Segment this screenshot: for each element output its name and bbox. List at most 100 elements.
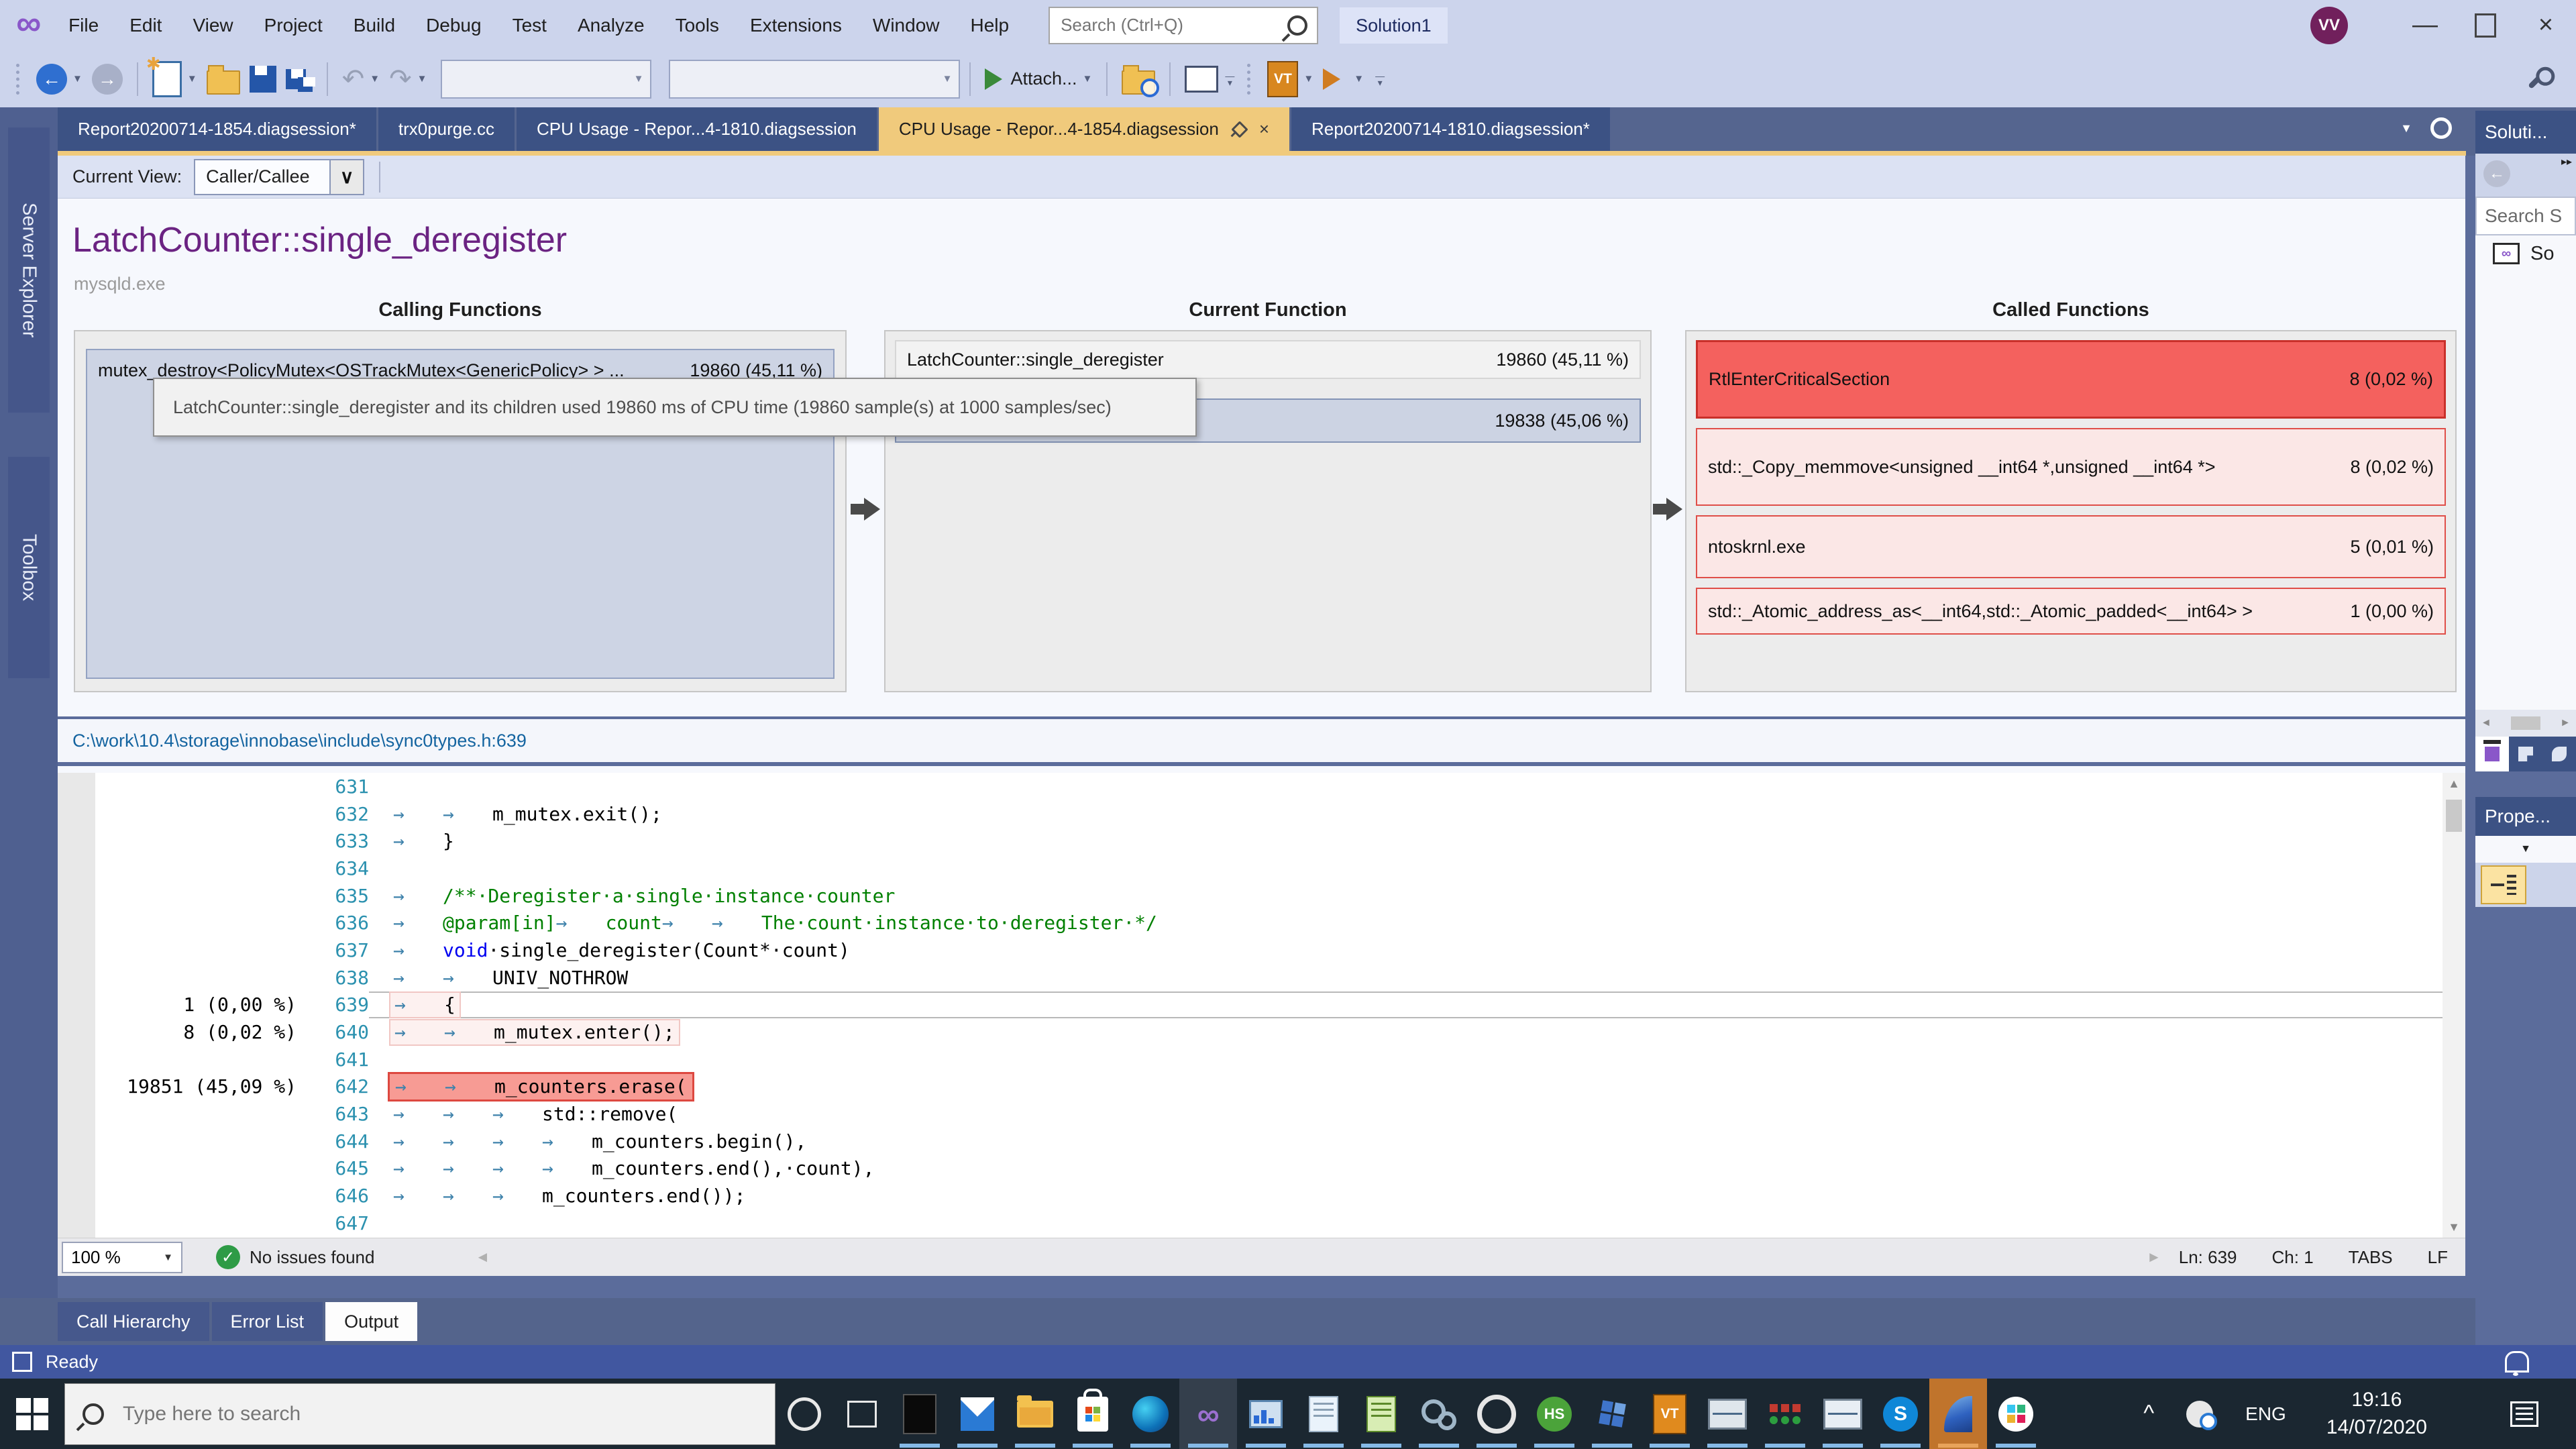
taskbar-item-visual-studio[interactable]: ∞ — [1179, 1379, 1237, 1449]
code-line[interactable]: 638→→UNIV_NOTHROW — [95, 964, 2443, 991]
tray-expand-icon[interactable]: ^ — [2143, 1401, 2154, 1427]
code-line[interactable]: 643→→→std::remove( — [95, 1100, 2443, 1128]
scroll-right-icon[interactable]: ► — [2560, 717, 2571, 729]
notifications-bell-icon[interactable] — [2505, 1351, 2529, 1373]
panel-horizontal-scrollbar[interactable]: ◄► — [2475, 710, 2576, 737]
taskbar-item-cubes-app[interactable] — [1583, 1379, 1641, 1449]
called-function-ntoskrnl[interactable]: ntoskrnl.exe 5 (0,01 %) — [1696, 515, 2446, 578]
account-avatar[interactable]: VV — [2310, 7, 2348, 44]
sidebar-item-toolbox[interactable]: Toolbox — [8, 457, 50, 678]
undo-button[interactable]: ↶▼ — [337, 66, 384, 93]
chevron-down-icon[interactable]: ▼ — [1083, 73, 1093, 85]
code-line-current[interactable]: 1 (0,00 %)639→{ — [95, 991, 2443, 1019]
tab-output[interactable]: Output — [325, 1302, 417, 1341]
scrollbar-thumb[interactable] — [2446, 800, 2462, 832]
restore-button[interactable] — [2455, 0, 2516, 50]
find-in-files-button[interactable] — [1117, 64, 1160, 95]
solution-explorer-header[interactable]: Soluti... — [2475, 111, 2576, 154]
tab-list-dropdown-icon[interactable]: ▼ — [2400, 121, 2412, 136]
language-indicator[interactable]: ENG — [2245, 1403, 2286, 1425]
taskbar-item-store[interactable] — [1064, 1379, 1122, 1449]
chevron-down-icon[interactable]: ▼ — [187, 73, 197, 85]
action-center-icon[interactable] — [2510, 1401, 2538, 1427]
menu-tools[interactable]: Tools — [660, 0, 735, 50]
chevron-down-icon[interactable]: ▼ — [417, 73, 427, 85]
menu-extensions[interactable]: Extensions — [735, 0, 857, 50]
profiler-run-button[interactable]: ▼ — [1318, 68, 1368, 90]
tab-report-1810[interactable]: Report20200714-1810.diagsession* — [1291, 107, 1610, 151]
scroll-up-icon[interactable]: ▲ — [2443, 773, 2465, 794]
taskbar-item-monitor-graph[interactable] — [1814, 1379, 1872, 1449]
toolbar-options-icon[interactable]: —▾ — [1375, 72, 1385, 86]
code-line[interactable]: 632→→m_mutex.exit(); — [95, 800, 2443, 828]
intellitrace-button[interactable]: —▾ — [1180, 66, 1239, 93]
menu-edit[interactable]: Edit — [114, 0, 177, 50]
toolbar-overflow-icon[interactable]: ▸▸ — [2561, 155, 2572, 168]
toolbar-grip[interactable] — [16, 64, 23, 95]
taskbar-item-heidisql[interactable]: HS — [1525, 1379, 1583, 1449]
menu-debug[interactable]: Debug — [411, 0, 497, 50]
feedback-icon[interactable] — [2528, 69, 2548, 89]
sync-tray-icon[interactable] — [2186, 1401, 2213, 1428]
toolbar-grip[interactable] — [1247, 64, 1254, 95]
tab-report-1854[interactable]: Report20200714-1854.diagsession* — [58, 107, 376, 151]
called-function-atomic-address-as[interactable]: std::_Atomic_address_as<__int64,std::_At… — [1696, 588, 2446, 635]
properties-grid-icon[interactable] — [2481, 865, 2526, 904]
navigate-back-button[interactable]: ←▼ — [32, 64, 87, 95]
quick-search-input[interactable] — [1059, 14, 1287, 36]
source-file-path[interactable]: C:\work\10.4\storage\innobase\include\sy… — [58, 716, 2465, 766]
taskbar-item-winscp[interactable] — [1929, 1379, 1987, 1449]
taskbar-item-vt[interactable]: VT — [1641, 1379, 1699, 1449]
code-editor[interactable]: 631 632→→m_mutex.exit(); 633→} 634 635→/… — [58, 773, 2465, 1238]
pin-icon[interactable] — [1231, 121, 1248, 138]
gear-icon[interactable] — [2430, 117, 2453, 140]
taskbar-item-window-app[interactable] — [1699, 1379, 1756, 1449]
code-line[interactable]: 8 (0,02 %)640→→m_mutex.enter(); — [95, 1018, 2443, 1046]
code-line[interactable]: 637→void·single_deregister(Count*·count) — [95, 936, 2443, 964]
solution-search-box[interactable]: Search S — [2475, 197, 2576, 235]
menu-build[interactable]: Build — [338, 0, 411, 50]
code-line[interactable]: 636→@param[in]→count→→The·count·instance… — [95, 909, 2443, 936]
taskbar-item-explorer[interactable] — [1006, 1379, 1064, 1449]
task-view-button[interactable] — [833, 1379, 891, 1449]
toolbar-overflow-icon[interactable]: —▾ — [1225, 72, 1234, 86]
taskbar-item-notepad-plus[interactable] — [1352, 1379, 1410, 1449]
code-line[interactable]: 635→/**·Deregister·a·single·instance·cou… — [95, 882, 2443, 910]
cortana-button[interactable] — [775, 1379, 833, 1449]
called-function-copy-memmove[interactable]: std::_Copy_memmove<unsigned __int64 *,un… — [1696, 428, 2446, 506]
editor-zoom-dropdown[interactable]: 100 %▼ — [62, 1242, 182, 1273]
code-line[interactable]: 646→→→m_counters.end()); — [95, 1182, 2443, 1210]
quick-search[interactable] — [1049, 7, 1318, 44]
solution-tree-item[interactable]: ∞ So — [2475, 235, 2576, 272]
tab-call-hierarchy[interactable]: Call Hierarchy — [58, 1302, 209, 1341]
save-all-button[interactable] — [281, 66, 317, 92]
taskbar-item-notepad[interactable] — [1295, 1379, 1352, 1449]
view-solution-tab[interactable] — [2475, 737, 2509, 771]
configuration-combo[interactable]: ▼ — [441, 60, 651, 99]
taskbar-item-settings[interactable] — [1468, 1379, 1525, 1449]
view-class-tab[interactable] — [2542, 737, 2576, 771]
taskbar-search[interactable] — [64, 1383, 775, 1445]
chevron-down-icon[interactable]: ▼ — [370, 73, 380, 85]
health-check-icon[interactable]: ✓ — [216, 1245, 240, 1269]
menu-view[interactable]: View — [177, 0, 248, 50]
taskbar-item-slack[interactable] — [1987, 1379, 2045, 1449]
editor-vertical-scrollbar[interactable]: ▲ ▼ — [2443, 773, 2465, 1238]
taskbar-item-indicators-app[interactable] — [1756, 1379, 1814, 1449]
code-line[interactable]: 641 — [95, 1046, 2443, 1073]
properties-header[interactable]: Prope... — [2475, 797, 2576, 836]
scroll-left-icon[interactable]: ◄ — [475, 1248, 490, 1266]
background-tasks-icon[interactable] — [12, 1352, 32, 1372]
code-line[interactable]: 19851 (45,09 %)642→→m_counters.erase( — [95, 1073, 2443, 1101]
save-button[interactable] — [245, 66, 281, 93]
new-file-button[interactable]: ✱▼ — [148, 61, 202, 97]
vt-tool-button[interactable]: VT▼ — [1263, 61, 1318, 97]
start-button[interactable] — [0, 1379, 64, 1449]
platform-combo[interactable]: ▼ — [669, 60, 960, 99]
close-tab-icon[interactable]: × — [1259, 119, 1269, 140]
taskbar-item-cmd[interactable] — [891, 1379, 949, 1449]
navigate-forward-button[interactable]: → — [87, 64, 127, 95]
current-function-row[interactable]: LatchCounter::single_deregister 19860 (4… — [895, 340, 1641, 379]
menu-window[interactable]: Window — [857, 0, 955, 50]
menu-analyze[interactable]: Analyze — [562, 0, 660, 50]
